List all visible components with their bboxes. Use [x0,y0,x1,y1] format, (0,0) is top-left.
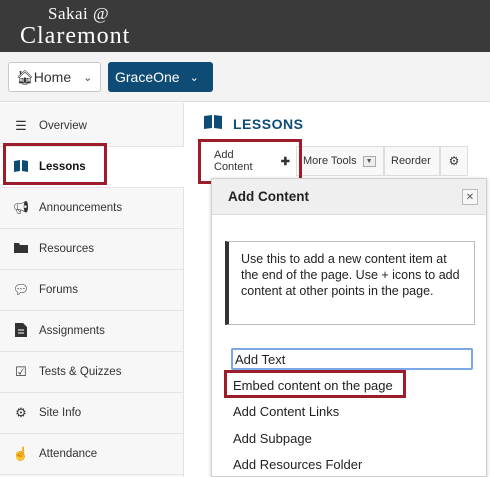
sidebar-item-overview[interactable]: ☰ Overview [0,106,184,147]
home-button[interactable]: 🏠︎ Home ⌄ [8,62,101,92]
sidebar-item-label: Tests & Quizzes [39,366,122,378]
sidebar-item-label: Attendance [39,448,98,460]
home-label: Home [33,69,72,85]
dialog-title: Add Content [228,189,309,204]
add-subpage-option[interactable]: Add Subpage [231,428,312,448]
highlight-box-embed-content [224,370,406,398]
dropdown-arrow-icon: ▼ [362,155,376,167]
hand-icon: ☝ [12,446,30,461]
sidebar-item-announcements[interactable]: 📢︎ Announcements [0,188,184,229]
list-icon: ☰ [15,118,27,133]
sidebar-item-resources[interactable]: Resources [0,229,184,270]
tool-sidebar: ☰ Overview Lessons 📢︎ Announcements Reso… [0,103,184,477]
sidebar-item-label: Assignments [39,325,105,337]
sidebar-item-assignments[interactable]: Assignments [0,311,184,352]
more-tools-button[interactable]: More Tools ▼ [296,146,384,176]
gear-icon: ⚙ [15,405,27,420]
highlight-box-lessons [3,143,107,185]
sidebar-item-label: Site Info [39,407,82,419]
main-content: LESSONS Add Content ✚ More Tools ▼ Reord… [185,103,490,477]
site-button-graceone[interactable]: GraceOne ⌄ [108,62,213,92]
settings-button[interactable]: ⚙ [440,146,468,176]
add-content-links-option[interactable]: Add Content Links [231,401,339,421]
file-icon [12,322,30,340]
add-resources-folder-option[interactable]: Add Resources Folder [231,454,362,474]
sidebar-item-forums[interactable]: 💬︎ Forums [0,270,184,311]
close-icon[interactable]: ✕ [462,189,478,205]
top-header: Sakai @ Claremont [0,0,490,52]
sidebar-item-label: Announcements [39,202,123,214]
gear-icon: ⚙ [448,154,460,168]
reorder-button[interactable]: Reorder [384,146,440,176]
sidebar-item-attendance[interactable]: ☝ Attendance [0,434,184,475]
checkbox-icon: ☑ [15,364,27,379]
sidebar-item-tests-quizzes[interactable]: ☑ Tests & Quizzes [0,352,184,393]
sidebar-item-site-info[interactable]: ⚙ Site Info [0,393,184,434]
add-content-dialog: Add Content ✕ Use this to add a new cont… [211,178,487,477]
book-icon [203,114,223,134]
logo-top-text: Sakai @ [48,4,110,23]
reorder-label: Reorder [391,155,431,167]
add-text-option[interactable]: Add Text [231,348,473,370]
page-title-row: LESSONS [203,114,303,134]
chevron-down-icon: ⌄ [189,71,199,84]
folder-icon [12,242,30,257]
more-tools-label: More Tools [303,155,357,167]
logo-bottom-text: Claremont [20,23,131,49]
dialog-header: Add Content [212,179,486,215]
home-icon: 🏠︎ [16,68,34,85]
page-title: LESSONS [233,116,304,132]
chevron-down-icon: ⌄ [83,71,93,84]
bullhorn-icon: 📢︎ [12,200,30,215]
site-label: GraceOne [115,69,180,85]
sidebar-item-label: Forums [39,284,78,296]
comments-icon: 💬︎ [12,282,30,297]
sidebar-item-label: Overview [39,120,87,132]
site-nav-bar: 🏠︎ Home ⌄ GraceOne ⌄ [0,52,490,102]
sidebar-item-label: Resources [39,243,94,255]
site-logo[interactable]: Sakai @ Claremont [20,4,130,48]
dialog-info-text: Use this to add a new content item at th… [225,241,475,325]
page: Sakai @ Claremont 🏠︎ Home ⌄ GraceOne ⌄ ☰… [0,0,490,477]
